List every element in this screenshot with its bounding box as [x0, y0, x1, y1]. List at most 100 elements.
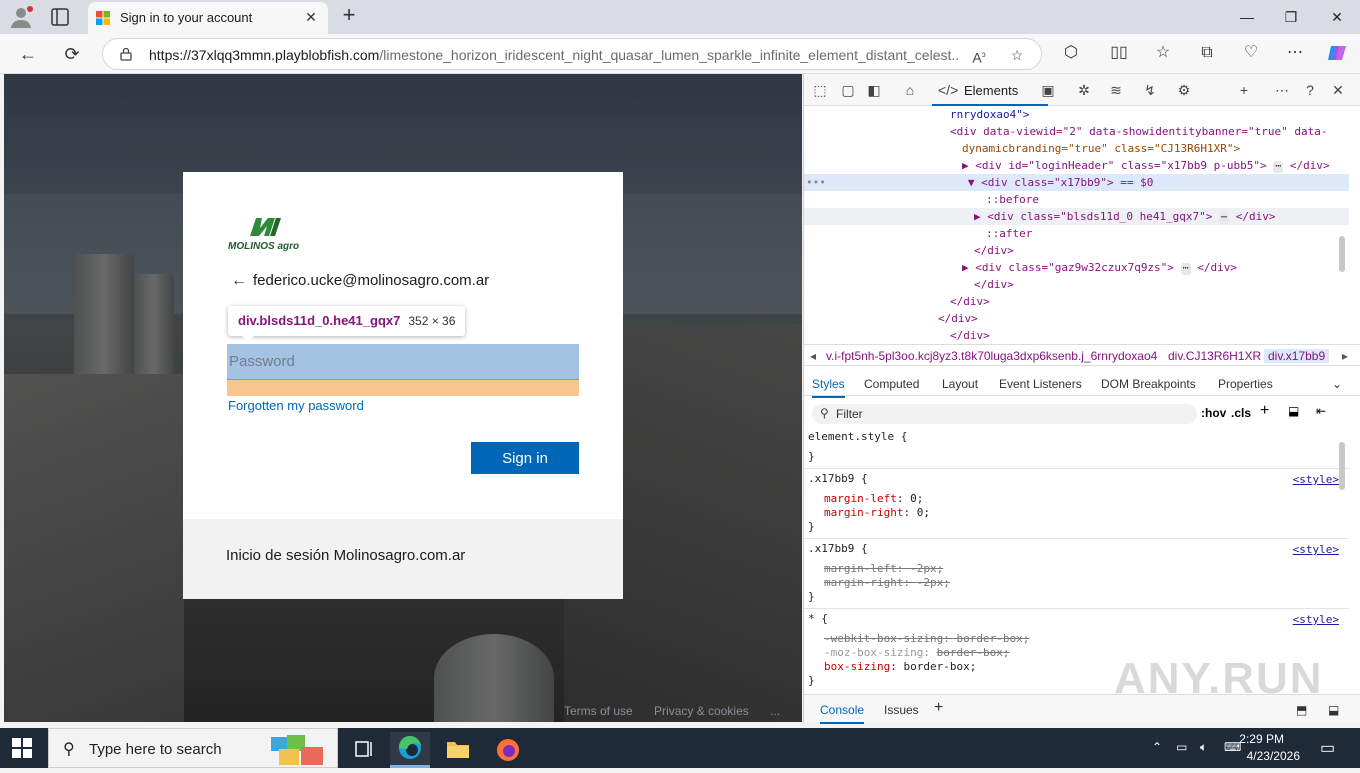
close-window-button[interactable]: ✕	[1322, 6, 1352, 28]
tab-layout[interactable]: Layout	[942, 377, 978, 391]
dom-node[interactable]: </div>	[804, 310, 1349, 327]
rule-selector[interactable]: .x17bb9 {	[808, 472, 868, 486]
firefox-icon[interactable]	[488, 732, 528, 768]
breadcrumb-scroll-left-icon[interactable]: ◂	[810, 349, 816, 363]
computed-sidebar-icon[interactable]: ⇤	[1316, 404, 1326, 418]
tab-actions-icon[interactable]	[48, 6, 72, 28]
back-button[interactable]: ←	[16, 42, 40, 66]
task-view-icon[interactable]	[344, 732, 384, 768]
dom-node[interactable]: dynamicbranding="true" class="CJ13R6H1XR…	[804, 140, 1349, 157]
minimize-button[interactable]: —	[1232, 6, 1262, 28]
dom-node-hovered[interactable]: ▶ <div class="blsds11d_0 he41_gqx7"> ⋯ <…	[804, 208, 1349, 225]
taskbar-search[interactable]: ⚲ Type here to search	[48, 728, 338, 768]
chevron-down-icon[interactable]: ⌄	[1332, 377, 1342, 391]
dom-node[interactable]: rnrydoxao4">	[804, 106, 1349, 123]
rule-source-link[interactable]: <style>	[1293, 613, 1339, 626]
element-state-icon[interactable]: ⬓	[1288, 404, 1299, 418]
dom-node[interactable]: </div>	[804, 242, 1349, 259]
address-bar[interactable]: https://37xlqq3mmn.playblobfish.com/lime…	[102, 38, 1042, 70]
performance-icon[interactable]: ↯	[1140, 80, 1160, 100]
tab-event-listeners[interactable]: Event Listeners	[999, 377, 1082, 391]
console-icon[interactable]: ▣	[1038, 80, 1058, 100]
dom-node[interactable]: <div data-viewid="2" data-showidentityba…	[804, 123, 1349, 140]
sign-in-button[interactable]: Sign in	[471, 442, 579, 474]
breadcrumb-item[interactable]: div.CJ13R6H1XR	[1168, 349, 1261, 363]
dom-node[interactable]: </div>	[804, 293, 1349, 310]
undock-icon[interactable]: ⬓	[1328, 703, 1339, 717]
help-icon[interactable]: ?	[1300, 80, 1320, 100]
inspect-element-icon[interactable]: ⬚	[810, 80, 830, 100]
breadcrumb-scroll-right-icon[interactable]: ▸	[1342, 349, 1348, 363]
split-screen-icon[interactable]: ▯▯	[1108, 42, 1130, 64]
dom-node[interactable]: </div>	[804, 276, 1349, 293]
close-devtools-icon[interactable]: ✕	[1328, 80, 1348, 100]
tab-dom-breakpoints[interactable]: DOM Breakpoints	[1101, 377, 1196, 391]
rule-selector[interactable]: * {	[808, 612, 828, 626]
windows-start-icon[interactable]	[12, 738, 32, 758]
notifications-icon[interactable]: ▭	[1320, 738, 1335, 758]
dom-node[interactable]: </div>	[804, 327, 1349, 342]
more-link[interactable]: ...	[770, 704, 780, 718]
tray-chevron-up-icon[interactable]: ⌃	[1152, 740, 1162, 754]
rule-selector[interactable]: element.style {	[808, 430, 907, 444]
file-explorer-icon[interactable]	[438, 732, 478, 768]
rule-declaration[interactable]: box-sizing: border-box;	[824, 660, 976, 674]
styles-scrollbar[interactable]	[1339, 442, 1345, 490]
volume-icon[interactable]: 🔈︎	[1200, 740, 1207, 755]
tab-styles[interactable]: Styles	[812, 377, 845, 398]
device-emulation-icon[interactable]: ▢	[838, 80, 858, 100]
dom-node-selected[interactable]: ••• ▼ <div class="x17bb9"> == $0	[804, 174, 1349, 191]
tab-close-icon[interactable]: ✕	[302, 8, 320, 26]
breadcrumb-item-active[interactable]: div.x17bb9	[1264, 349, 1330, 363]
extensions-icon[interactable]: ⬡	[1060, 42, 1082, 64]
profile-avatar-icon[interactable]	[8, 5, 34, 29]
sources-bug-icon[interactable]: ✲	[1074, 80, 1094, 100]
site-info-icon[interactable]	[119, 47, 133, 61]
dom-node[interactable]: ▶ <div id="loginHeader" class="x17bb9 p-…	[804, 157, 1349, 174]
breadcrumb-item[interactable]: v.i-fpt5nh-5pl3oo.kcj8yz3.t8k70luga3dxp6…	[826, 349, 1157, 363]
network-wifi-icon[interactable]: ≋	[1106, 80, 1126, 100]
drawer-add-tab-icon[interactable]: +	[934, 699, 943, 717]
rule-declaration-invalid[interactable]: -moz-box-sizing: border-box;	[824, 646, 1009, 660]
dom-node[interactable]: ::after	[804, 225, 1349, 242]
rule-declaration[interactable]: margin-left: 0;	[824, 492, 923, 506]
back-arrow-icon[interactable]: ←	[231, 272, 247, 289]
new-rule-plus-icon[interactable]: +	[1260, 402, 1269, 420]
favorite-star-icon[interactable]: ☆	[1007, 45, 1027, 65]
favorites-icon[interactable]: ☆	[1152, 42, 1174, 64]
restore-button[interactable]: ❐	[1276, 6, 1306, 28]
dom-scrollbar[interactable]	[1339, 236, 1345, 272]
tab-computed[interactable]: Computed	[864, 377, 919, 391]
rule-declaration[interactable]: margin-right: 0;	[824, 506, 930, 520]
tab-properties[interactable]: Properties	[1218, 377, 1273, 391]
password-input[interactable]	[227, 344, 579, 380]
refresh-button[interactable]: ⟳	[60, 42, 84, 66]
edge-taskbar-icon[interactable]	[390, 732, 430, 768]
dock-icon[interactable]: ⬒	[1296, 703, 1307, 717]
rule-selector[interactable]: .x17bb9 {	[808, 542, 868, 556]
dom-node[interactable]: ::before	[804, 191, 1349, 208]
more-options-icon[interactable]: ⋯	[1272, 80, 1292, 100]
cls-toggle[interactable]: .cls	[1231, 406, 1251, 420]
clock-time[interactable]: 2:29 PM	[1239, 732, 1284, 746]
collections-icon[interactable]: ⧉	[1196, 42, 1218, 64]
rule-source-link[interactable]: <style>	[1293, 543, 1339, 556]
new-tab-button[interactable]: +	[338, 4, 360, 27]
read-aloud-icon[interactable]: Aↄ	[969, 45, 989, 66]
tab-elements[interactable]: </> Elements	[932, 74, 1048, 106]
forgot-password-link[interactable]: Forgotten my password	[228, 398, 364, 413]
rule-source-link[interactable]: <style>	[1293, 473, 1339, 486]
rule-declaration-overridden[interactable]: margin-right: -2px;	[824, 576, 950, 590]
filter-input[interactable]: ⚲ Filter	[812, 404, 1197, 424]
privacy-link[interactable]: Privacy & cookies	[654, 704, 749, 718]
terms-link[interactable]: Terms of use	[564, 704, 633, 718]
more-tools-plus-icon[interactable]: +	[1234, 80, 1254, 100]
rule-declaration-overridden[interactable]: -webkit-box-sizing: border-box;	[824, 632, 1029, 646]
copilot-icon[interactable]	[1326, 42, 1348, 64]
hov-toggle[interactable]: :hov	[1201, 406, 1226, 420]
drawer-tab-console[interactable]: Console	[820, 703, 865, 724]
network-icon[interactable]: ▭	[1176, 740, 1187, 754]
browser-tab-active[interactable]: Sign in to your account ✕	[88, 2, 328, 34]
browser-essentials-icon[interactable]: ♡	[1240, 42, 1262, 64]
settings-gear-icon[interactable]: ⚙	[1174, 80, 1194, 100]
